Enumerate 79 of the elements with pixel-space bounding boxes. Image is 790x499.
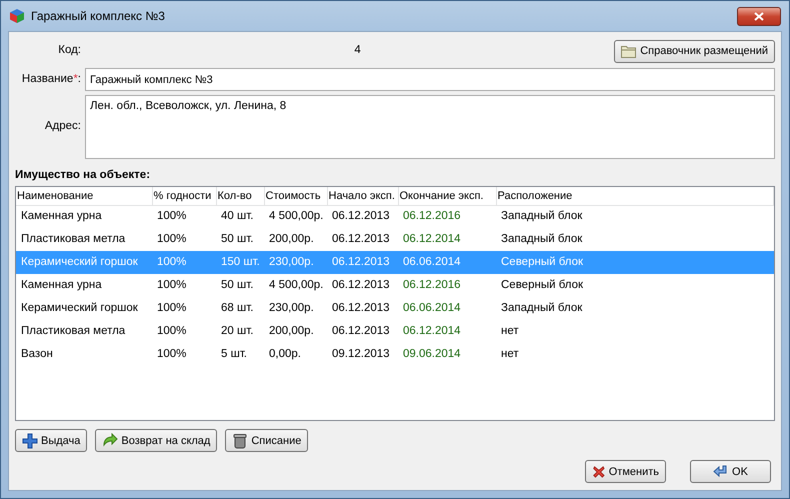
- table-cell: 4 500,00р.: [264, 274, 327, 298]
- table-cell: 100%: [152, 228, 216, 252]
- arrow-icon: [713, 464, 730, 480]
- table-cell-text: Керамический горшок: [20, 301, 139, 316]
- table-cell-text: 09.12.2013: [331, 347, 391, 362]
- table-cell-text: 20 шт.: [220, 324, 254, 340]
- window-title: Гаражный комплекс №3: [31, 8, 165, 25]
- table-cell-text: 100%: [156, 347, 188, 362]
- table-cell-text: Пластиковая метла: [20, 324, 126, 340]
- trash-icon: [232, 432, 248, 449]
- close-button[interactable]: [737, 6, 781, 26]
- column-header[interactable]: Стоимость: [264, 187, 327, 206]
- table-cell: 06.06.2014: [398, 251, 496, 274]
- table-cell-text: нет: [500, 347, 520, 362]
- table-cell: Каменная урна: [16, 274, 152, 298]
- cancel-button[interactable]: Отменить: [585, 460, 666, 484]
- plus-icon: [22, 432, 38, 449]
- table-cell: Керамический горшок: [16, 251, 152, 274]
- column-header[interactable]: % годности: [152, 187, 216, 206]
- table-cell: 06.12.2013: [327, 228, 398, 252]
- table-cell-text: 100%: [156, 324, 188, 340]
- table-cell: Северный блок: [496, 251, 774, 274]
- table-cell-text: 5 шт.: [220, 347, 248, 362]
- arrow-icon: [102, 432, 118, 449]
- table-cell-text: 06.12.2014: [402, 324, 462, 340]
- close-icon: [754, 12, 764, 20]
- column-header[interactable]: Расположение: [496, 187, 774, 206]
- table-cell-text: 100%: [156, 301, 188, 316]
- code-value: 4: [354, 44, 361, 56]
- table-cell: 06.12.2016: [398, 205, 496, 228]
- table-cell-text: Западный блок: [500, 301, 584, 316]
- table-cell-text: 09.06.2014: [402, 347, 462, 362]
- address-label: Адрес:: [44, 119, 82, 134]
- table-cell: 100%: [152, 251, 216, 274]
- code-label: Код:: [57, 43, 82, 58]
- table-cell: Пластиковая метла: [16, 228, 152, 252]
- table-cell: 06.12.2013: [327, 205, 398, 228]
- table-cell: 4 500,00р.: [264, 205, 327, 228]
- ok-button[interactable]: OK: [690, 460, 771, 484]
- table-cell: Северный блок: [496, 274, 774, 298]
- table-cell: 50 шт.: [216, 274, 264, 298]
- action-button[interactable]: Выдача: [15, 429, 88, 452]
- table-cell-text: нет: [500, 324, 520, 340]
- table-cell: 06.12.2014: [398, 228, 496, 252]
- app-icon: [9, 8, 25, 24]
- directory-button[interactable]: Справочник размещений: [614, 40, 775, 62]
- table-cell-text: 68 шт.: [220, 301, 254, 316]
- table-cell-text: 06.12.2013: [331, 301, 391, 316]
- table-cell: 40 шт.: [216, 205, 264, 228]
- name-field[interactable]: Гаражный комплекс №3: [85, 68, 775, 91]
- table-cell: 100%: [152, 274, 216, 298]
- address-field[interactable]: Лен. обл., Всеволожск, ул. Ленина, 8: [85, 95, 775, 159]
- table-cell: 200,00р.: [264, 228, 327, 252]
- cross-icon: [592, 464, 606, 480]
- table-cell-text: 230,00р.: [268, 301, 315, 316]
- folder-icon: [621, 44, 638, 58]
- table-cell-text: 0,00р.: [268, 347, 302, 362]
- table-cell: Каменная урна: [16, 205, 152, 228]
- table-cell: 150 шт.: [216, 251, 264, 274]
- section-title: Имущество на объекте:: [15, 168, 150, 183]
- table-cell-text: 06.12.2013: [331, 324, 391, 340]
- column-header[interactable]: Кол-во: [216, 187, 264, 206]
- column-header[interactable]: Наименование: [16, 187, 152, 206]
- table-cell: 06.12.2013: [327, 251, 398, 274]
- action-button[interactable]: Возврат на склад: [95, 429, 218, 452]
- table-cell: Западный блок: [496, 228, 774, 252]
- table-cell: 06.12.2013: [327, 274, 398, 298]
- table-cell: 100%: [152, 205, 216, 228]
- column-header[interactable]: Окончание эксп.: [398, 187, 496, 206]
- table-cell: 06.12.2016: [398, 274, 496, 298]
- table-cell: 230,00р.: [264, 251, 327, 274]
- name-label: Название*:: [20, 72, 82, 87]
- column-header[interactable]: Начало эксп.: [327, 187, 398, 206]
- table-cell: Западный блок: [496, 205, 774, 228]
- table-cell-text: Вазон: [20, 347, 54, 362]
- action-button[interactable]: Списание: [225, 429, 308, 452]
- table-cell: 50 шт.: [216, 228, 264, 252]
- table-cell-text: 200,00р.: [268, 324, 315, 340]
- table-cell-text: 06.06.2014: [402, 301, 462, 316]
